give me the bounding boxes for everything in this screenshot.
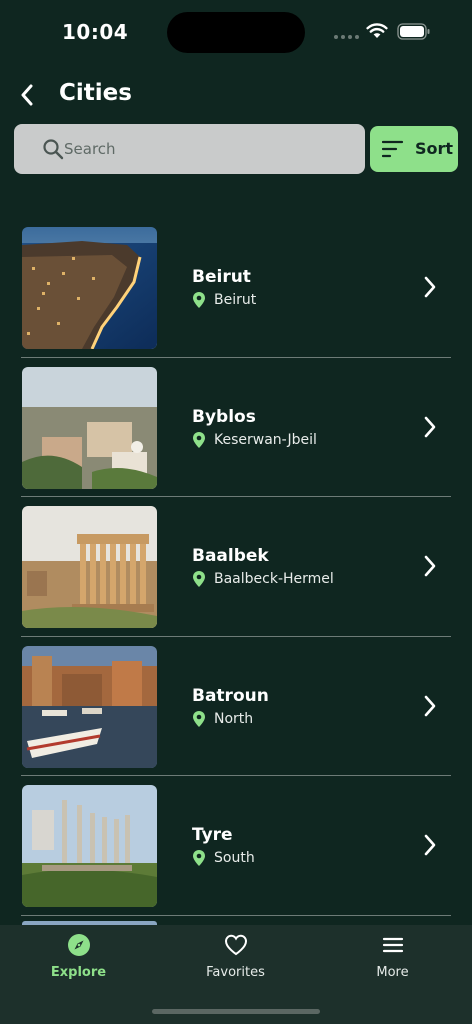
cellular-signal-icon	[334, 35, 359, 39]
chevron-right-icon	[423, 834, 437, 856]
city-region: Keserwan-Jbeil	[192, 431, 317, 449]
city-row-baalbek[interactable]: Baalbek Baalbeck-Hermel	[0, 497, 472, 637]
city-region: Beirut	[192, 291, 256, 309]
location-pin-icon	[192, 849, 206, 867]
sort-button[interactable]: Sort	[370, 126, 458, 172]
location-pin-icon	[192, 431, 206, 449]
city-image-baalbek	[22, 506, 157, 628]
city-image-batroun	[22, 646, 157, 768]
status-bar: 10:04	[0, 0, 472, 66]
city-region: South	[192, 849, 255, 867]
page-title: Cities	[59, 80, 132, 106]
region-label: Beirut	[214, 292, 256, 308]
chevron-right-icon	[423, 695, 437, 717]
tab-favorites[interactable]: Favorites	[157, 925, 314, 995]
city-row-batroun[interactable]: Batroun North	[0, 637, 472, 777]
location-pin-icon	[192, 570, 206, 588]
wifi-icon	[366, 22, 388, 39]
status-time: 10:04	[62, 20, 128, 44]
dynamic-island	[167, 12, 305, 53]
location-pin-icon	[192, 710, 206, 728]
chevron-left-icon	[20, 84, 34, 106]
city-region: North	[192, 710, 253, 728]
city-image-tyre	[22, 785, 157, 907]
region-label: North	[214, 711, 253, 727]
search-icon	[42, 138, 64, 160]
battery-icon	[397, 23, 431, 40]
tab-explore[interactable]: Explore	[0, 925, 157, 995]
city-image-beirut	[22, 227, 157, 349]
menu-icon	[381, 933, 405, 957]
sort-label: Sort	[415, 139, 453, 158]
chevron-right-icon	[423, 416, 437, 438]
chevron-right-icon	[423, 276, 437, 298]
search-bar[interactable]	[14, 124, 365, 174]
region-label: South	[214, 850, 255, 866]
city-list: Beirut Beirut Byblos	[0, 218, 472, 916]
city-region: Baalbeck-Hermel	[192, 570, 334, 588]
header: Cities	[0, 74, 472, 118]
city-row-tyre[interactable]: Tyre South	[0, 776, 472, 916]
city-name: Batroun	[192, 686, 269, 706]
city-name: Beirut	[192, 267, 251, 287]
region-label: Baalbeck-Hermel	[214, 571, 334, 587]
tab-label: More	[376, 965, 408, 980]
city-name: Tyre	[192, 825, 233, 845]
city-row-byblos[interactable]: Byblos Keserwan-Jbeil	[0, 358, 472, 498]
region-label: Keserwan-Jbeil	[214, 432, 317, 448]
tab-label: Explore	[51, 965, 106, 980]
home-indicator[interactable]	[152, 1009, 320, 1014]
city-row-beirut[interactable]: Beirut Beirut	[0, 218, 472, 358]
back-button[interactable]	[12, 80, 42, 110]
search-input[interactable]	[64, 124, 354, 174]
compass-icon	[67, 933, 91, 957]
sort-icon	[382, 139, 404, 159]
chevron-right-icon	[423, 555, 437, 577]
location-pin-icon	[192, 291, 206, 309]
tab-more[interactable]: More	[314, 925, 471, 995]
city-name: Byblos	[192, 407, 256, 427]
city-image-byblos	[22, 367, 157, 489]
heart-icon	[224, 933, 248, 957]
tab-label: Favorites	[206, 965, 265, 980]
city-name: Baalbek	[192, 546, 269, 566]
